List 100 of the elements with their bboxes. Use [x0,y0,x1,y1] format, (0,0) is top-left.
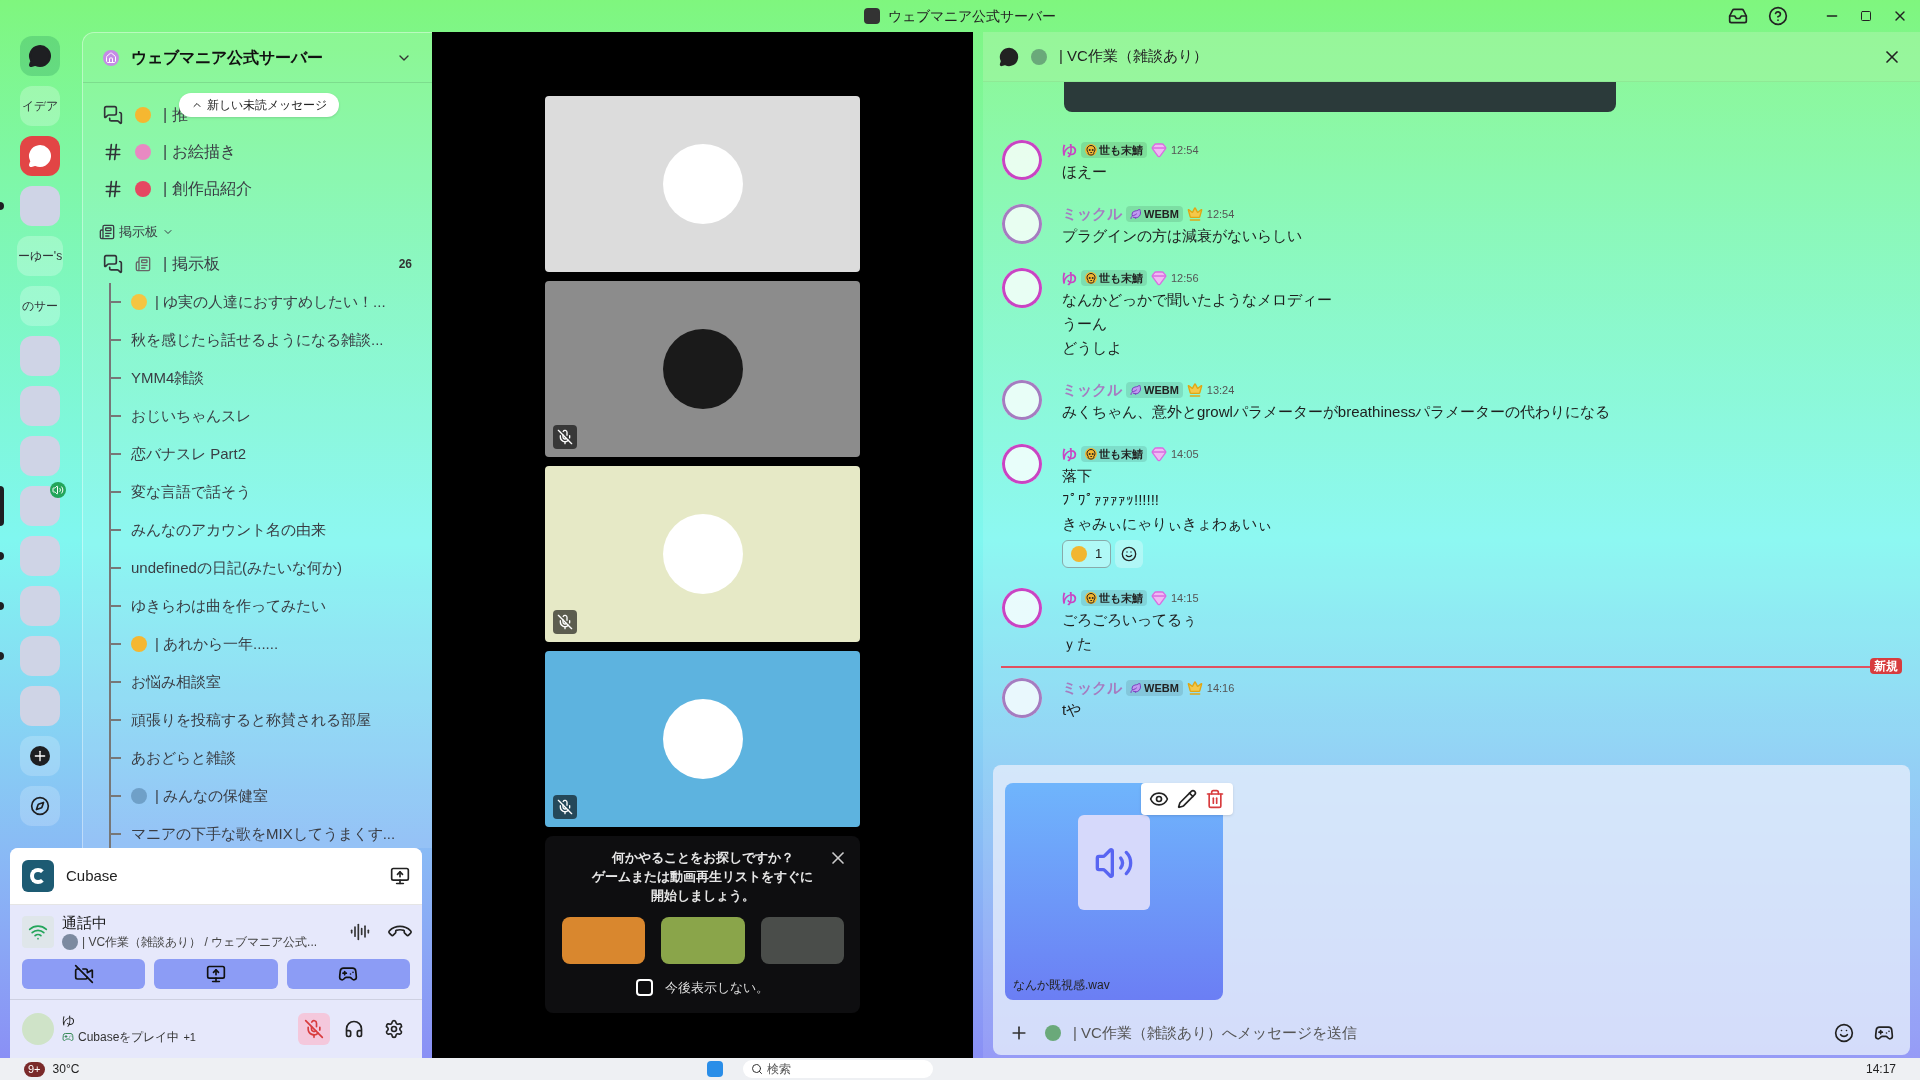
avatar[interactable] [1002,444,1042,484]
timestamp: 14:15 [1171,590,1199,606]
participant-tile[interactable] [545,466,860,642]
voice-channel[interactable]: | VC作業（雑談あり） / ウェブマニア公式... [82,933,318,951]
gem-icon [1151,270,1167,286]
app-icon [864,8,880,24]
newspaper-icon [99,224,115,240]
home-button[interactable] [20,36,60,76]
server-name: のサー [22,298,58,315]
gamepad-icon [1874,1023,1894,1043]
category-header[interactable]: 掲示板 [99,219,174,245]
thread-name[interactable]: お悩み相談室 [131,670,221,694]
role-name: WEBM [1144,206,1179,222]
popup-message: 何かやることをお探しですか？ ゲームまたは動画再生リストをすぐに 開始しましょう。 [592,849,813,905]
notification-badge: 9+ [24,1061,45,1077]
emoji-icon [62,934,78,950]
avatar[interactable] [1002,380,1042,420]
reaction-count[interactable]: 1 [1095,544,1103,564]
emoji-icon [135,143,151,160]
inbox-icon[interactable] [1728,6,1748,26]
thread-name[interactable]: みんなのアカウント名の由来 [131,518,326,542]
app-logo-icon [22,860,54,892]
extra-count: +1 [183,1030,196,1045]
checkbox-label: 今後表示しない。 [665,979,769,997]
server-icon[interactable] [20,136,60,176]
emoji-icon [1071,546,1087,562]
channel-name[interactable]: | お絵描き [163,139,236,164]
server-icon[interactable]: ーゆー's [16,236,64,276]
start-icon[interactable] [707,1061,724,1077]
mute-button[interactable] [298,1013,330,1045]
channel-name[interactable]: | 創作品紹介 [163,176,252,201]
message-text: きゃみぃにゃりぃきょわぁいぃ [1062,514,1272,534]
activity-name: Cubase [66,865,119,886]
thread-name[interactable]: | あれから一年...... [155,632,279,656]
explore-button[interactable] [20,786,60,826]
avatar[interactable] [1002,268,1042,308]
checkbox[interactable] [636,979,653,997]
server-title: ウェブマニア公式サーバー [131,47,324,68]
add-reaction-button[interactable] [1115,540,1144,568]
avatar[interactable] [1002,588,1042,628]
category-name: 掲示板 [119,223,158,242]
timestamp: 12:54 [1206,206,1235,222]
server-icon[interactable]: イデア [20,86,60,126]
thread-name[interactable]: | みんなの保健室 [155,784,269,808]
server-icon[interactable]: のサー [20,286,60,326]
screen-share-button[interactable] [154,959,278,989]
message-text: ｙた [1062,634,1093,654]
thread-name[interactable]: 恋バナスレ Part2 [131,442,247,466]
crown-icon [1186,680,1203,696]
activity-button[interactable] [286,959,410,989]
screen-share-icon[interactable] [390,866,410,886]
message-text: うーん [1062,314,1108,334]
participant-tile[interactable] [545,281,860,457]
search-field[interactable]: 検索 [767,1060,926,1078]
game-thumbnail[interactable] [660,917,745,964]
view-button[interactable] [1149,789,1169,809]
timestamp: 12:56 [1171,270,1199,286]
avatar[interactable] [1002,204,1042,244]
avatar[interactable] [1002,140,1042,180]
delete-button[interactable] [1205,789,1225,809]
thread-name[interactable]: YMM4雑談 [131,366,205,390]
noise-suppression-icon[interactable] [350,922,370,942]
thread-name[interactable]: undefinedの日記(みたいな何か) [131,556,342,580]
message-text: 落下 [1062,466,1093,486]
user-activity: Cubaseをプレイ中 [78,1029,180,1045]
settings-icon [384,1019,404,1039]
timestamp: 14:05 [1171,446,1199,462]
channel-name[interactable]: | 掲示板 [163,252,387,276]
search-bar[interactable]: 検索 [743,1060,934,1078]
game-thumbnail[interactable] [561,917,645,964]
connection-icon [22,916,54,948]
crown-icon [1186,206,1203,222]
thread-name[interactable]: | ゆ実の人達におすすめしたい！... [155,290,386,314]
thread-name[interactable]: あおどらと雑談 [131,746,236,770]
forum-icon [103,104,123,125]
thread-name[interactable]: 変な言語で話そう [131,480,251,504]
thread-name[interactable]: 頑張りを投稿すると称賛される部屋 [131,708,371,732]
camera-button[interactable] [22,959,146,989]
avatar[interactable] [1002,678,1042,718]
leaf-icon [1130,682,1142,694]
server-name: ーゆー's [17,248,63,265]
thread-name[interactable]: おじいちゃんスレ [131,404,251,428]
add-server-button[interactable] [20,736,60,776]
thread-name[interactable]: マニアの下手な歌をMIXしてうまくす... [131,822,396,846]
help-icon[interactable] [1768,6,1788,26]
thread-name[interactable]: 秋を感じたら話せるようになる雑談... [131,328,384,352]
participant-tile[interactable] [545,96,860,272]
message-input[interactable]: | VC作業（雑談あり）へメッセージを送信 [1073,1021,1818,1045]
gem-icon [1151,446,1167,462]
voice-status: 通話中 [62,913,108,933]
maximize-icon[interactable] [1860,10,1872,22]
toast-text: 新しい未読メッセージ [207,97,327,114]
smile-icon [1121,546,1138,562]
edit-button[interactable] [1177,789,1197,809]
thread-name[interactable]: ゆきらわは曲を作ってみたい [131,594,326,618]
game-thumbnail[interactable] [760,917,844,964]
participant-tile[interactable] [545,651,860,827]
compass-icon [30,796,50,816]
camera-off-icon [73,964,94,984]
message-text: ほえー [1062,162,1108,182]
